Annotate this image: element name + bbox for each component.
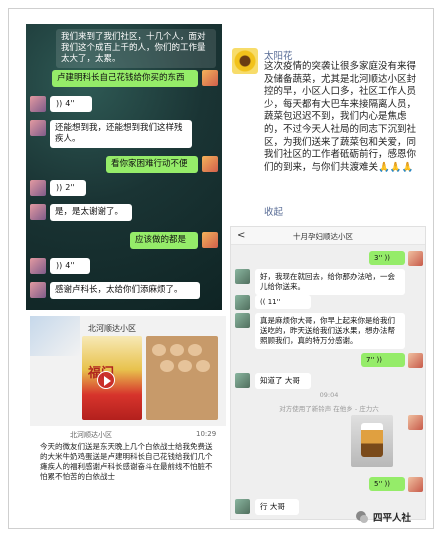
- chat-title: 十月孕妇顺达小区: [293, 232, 353, 241]
- eggs-image[interactable]: [146, 336, 218, 420]
- message-card: 北河顺达小区 10:29 今天的微友们送是东天晚上几个白依战士给我免费送的大米牛…: [30, 426, 226, 502]
- avatar[interactable]: [235, 313, 250, 328]
- jar-image: [361, 423, 383, 457]
- avatar[interactable]: [235, 373, 250, 388]
- voice-duration: 4'': [65, 261, 75, 270]
- sunflower-avatar-icon[interactable]: [232, 48, 258, 74]
- voice-duration: 7'': [366, 356, 375, 364]
- watermark: 四平人社: [355, 508, 411, 526]
- play-video-icon[interactable]: [97, 371, 115, 389]
- voice-wave-icon: )): [384, 254, 391, 262]
- chat-message: 我们来到了我们社区，十几个人，面对我们这个成百上千的人，你们的工作量太大了，太累…: [56, 29, 216, 68]
- food-delivery-chat-screenshot: 北河顺达小区 福门 北河顺达小区 10:29 今天的微友们送是东天晚上几个白依战…: [30, 316, 226, 502]
- dark-chat-screenshot: 我们来到了我们社区，十几个人，面对我们这个成百上千的人，你们的工作量太大了，太累…: [26, 24, 222, 310]
- avatar[interactable]: [30, 96, 46, 112]
- voice-wave-icon: )): [56, 99, 63, 108]
- voice-wave-icon: )): [384, 480, 391, 488]
- avatar[interactable]: [30, 204, 46, 220]
- egg: [152, 344, 166, 356]
- message-header: 北河顺达小区: [70, 431, 112, 439]
- chat-top-bar: < 十月孕妇顺达小区: [231, 227, 425, 245]
- voice-message[interactable]: )) 4'': [50, 258, 90, 274]
- egg: [178, 360, 192, 372]
- voice-wave-icon: ((: [260, 298, 266, 306]
- egg: [188, 344, 202, 356]
- voice-wave-icon: )): [376, 356, 383, 364]
- avatar[interactable]: [202, 70, 218, 86]
- voice-message[interactable]: 3'' )): [369, 251, 405, 265]
- voice-duration: 4'': [65, 99, 75, 108]
- avatar[interactable]: [235, 499, 250, 514]
- chat-message: 好，我现在就回去，给你那办法哈，一会儿给你送来。: [255, 269, 405, 295]
- chat-message: 卢建明科长自己花钱给你买的东西: [52, 70, 198, 87]
- avatar[interactable]: [408, 353, 423, 368]
- chat-message: 真是麻烦你大哥，你早上起来你是给我们送吃的，昨天送给我们送水果，想办法帮照顾我们…: [255, 313, 405, 349]
- watermark-text: 四平人社: [373, 513, 412, 524]
- avatar[interactable]: [30, 258, 46, 274]
- wechat-logo-icon: [356, 511, 368, 523]
- avatar[interactable]: [235, 269, 250, 284]
- voice-duration: 11'': [267, 298, 281, 306]
- voice-wave-icon: )): [56, 183, 63, 192]
- post-author-name[interactable]: 太阳花: [264, 48, 293, 62]
- avatar[interactable]: [202, 232, 218, 248]
- voice-message[interactable]: (( 11'': [255, 295, 311, 309]
- egg: [160, 360, 174, 372]
- chat-message: 行 大哥: [255, 499, 299, 515]
- blurred-area: [30, 316, 80, 356]
- photo-message[interactable]: [351, 415, 393, 467]
- chat-title: 北河顺达小区: [88, 324, 136, 333]
- egg: [196, 360, 210, 372]
- voice-message[interactable]: 5'' )): [369, 477, 405, 491]
- voice-message[interactable]: )) 4'': [50, 96, 92, 112]
- avatar[interactable]: [235, 295, 250, 310]
- voice-message[interactable]: 7'' )): [361, 353, 405, 367]
- chat-message: 应该做的都是: [130, 232, 198, 249]
- avatar[interactable]: [408, 251, 423, 266]
- egg: [170, 344, 184, 356]
- voice-duration: 5'': [374, 480, 383, 488]
- system-notice: 对方使用了新铃声 在他乡 - 庄力六: [279, 405, 379, 413]
- message-time: 10:29: [196, 430, 217, 438]
- chat-message: 看你家困难行动不便: [106, 156, 198, 173]
- avatar[interactable]: [408, 477, 423, 492]
- chat-message: 知道了 大哥: [255, 373, 311, 389]
- voice-message[interactable]: )) 2'': [50, 180, 86, 196]
- back-icon[interactable]: <: [237, 230, 245, 241]
- voice-duration: 3'': [374, 254, 383, 262]
- moments-post: 太阳花 这次疫情的突袭让很多家庭没有来得及储备蔬菜，尤其是北河顺达小区封控的早，…: [230, 40, 426, 220]
- light-chat-screenshot: < 十月孕妇顺达小区 3'' )) 好，我现在就回去，给你那办法哈，一会儿给你送…: [230, 226, 426, 520]
- avatar[interactable]: [30, 180, 46, 196]
- voice-duration: 2'': [65, 183, 75, 192]
- chat-message: 是，是太谢谢了。: [50, 204, 132, 221]
- voice-wave-icon: )): [56, 261, 63, 270]
- avatar[interactable]: [202, 156, 218, 172]
- avatar[interactable]: [30, 282, 46, 298]
- chat-message: 还能想到我，还能想到我们这样残疾人。: [50, 120, 192, 148]
- avatar[interactable]: [30, 120, 46, 136]
- post-body: 这次疫情的突袭让很多家庭没有来得及储备蔬菜，尤其是北河顺达小区封控的早，小区人口…: [264, 61, 417, 173]
- avatar[interactable]: [408, 415, 423, 430]
- message-text: 今天的微友们送是东天晚上几个白依战士给我免费送的大米牛奶鸡蛋送是卢建明科长自己花…: [40, 442, 213, 481]
- collapse-link[interactable]: 收起: [264, 204, 283, 218]
- system-time: 09:04: [319, 391, 339, 399]
- chat-message: 感谢卢科长，太给你们添麻烦了。: [50, 282, 200, 299]
